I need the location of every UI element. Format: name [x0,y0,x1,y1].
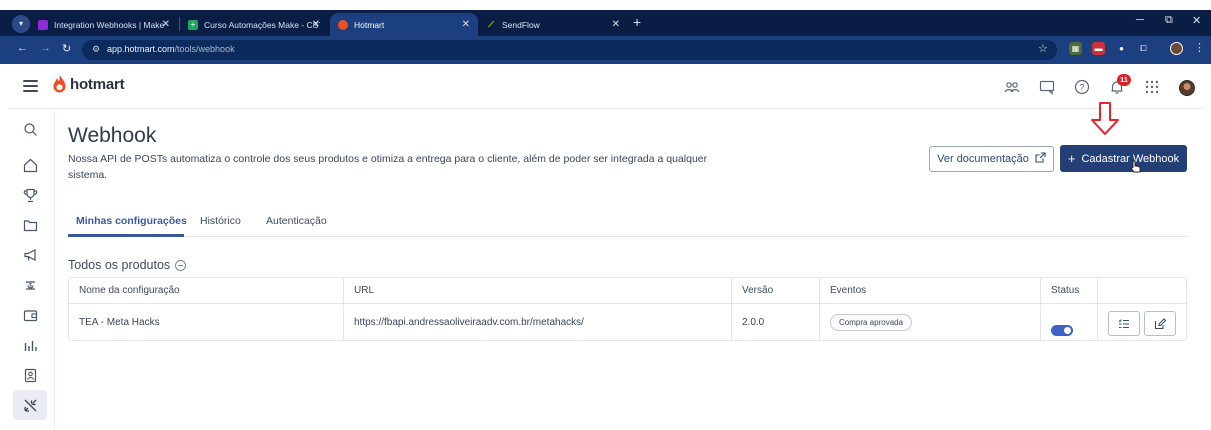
extension-icon[interactable]: ▦ [1069,42,1082,55]
chat-icon[interactable] [1039,79,1055,95]
browser-profile-avatar[interactable] [1170,42,1183,55]
make-favicon-icon [38,19,48,30]
sendflow-favicon-icon: ⟋ [488,19,494,29]
tab-search-icon[interactable]: ▾ [12,15,30,33]
config-name: TEA - Meta Hacks [69,305,344,341]
screen-top-strip [0,0,1211,10]
chart-icon[interactable] [13,330,47,360]
svg-text:$: $ [28,283,32,290]
table-header: Nome da configuração URL Versão Eventos … [69,278,1186,304]
money-icon[interactable]: $ [13,270,47,300]
close-tab-icon[interactable]: ✕ [612,19,620,30]
table-row: TEA - Meta Hacks https://fbapi.andressao… [69,305,1186,341]
forward-icon[interactable]: → [40,42,51,54]
wallet-icon[interactable] [13,300,47,330]
page-description: Nossa API de POSTs automatiza o controle… [68,153,708,181]
webhook-url: https://fbapi.andressaoliveiraadv.com.br… [344,305,732,341]
browser-tab-curso-automacoes[interactable]: + Curso Automações Make - CST ✕ [180,13,328,36]
reload-icon[interactable]: ↻ [62,42,71,55]
restore-icon[interactable]: ⧉ [1165,14,1173,27]
edit-button[interactable] [1144,311,1176,336]
column-header [1098,278,1186,304]
site-info-icon[interactable]: ⚙ [92,44,102,54]
event-chip: Compra aprovada [830,313,913,331]
megaphone-icon[interactable] [13,240,47,270]
browser-menu-icon[interactable]: ⋮ [1194,41,1205,54]
tab-minhas-configuracoes[interactable]: Minhas configurações [76,215,187,227]
browser-tab-make-webhooks[interactable]: Integration Webhooks | Make ✕ [30,13,178,36]
column-header: Status [1041,278,1098,304]
content-tabs: Minhas configurações Histórico Autentica… [68,205,1187,237]
extension-icon[interactable]: ▬ [1092,42,1105,55]
trophy-icon[interactable] [13,180,47,210]
actions-cell [1098,305,1186,341]
user-avatar[interactable] [1179,80,1195,96]
folder-icon[interactable] [13,210,47,240]
flame-icon [53,75,66,93]
hotmart-logo[interactable]: hotmart [53,75,125,94]
close-window-icon[interactable]: ✕ [1192,14,1201,27]
active-tab-indicator [68,234,184,237]
column-header: URL [344,278,732,304]
sheets-favicon-icon: + [188,19,198,30]
person-badge-icon[interactable] [13,360,47,390]
plus-icon: + [1067,151,1076,166]
list-settings-button[interactable] [1108,311,1140,336]
status-toggle[interactable] [1051,325,1073,336]
external-link-icon [1035,152,1046,166]
help-icon[interactable]: ? [1074,79,1090,95]
apps-grid-icon[interactable] [1144,79,1160,95]
home-icon[interactable] [13,150,47,180]
webhooks-table: Nome da configuração URL Versão Eventos … [68,277,1187,341]
close-tab-icon[interactable]: ✕ [162,19,170,30]
column-header: Versão [732,278,820,304]
view-documentation-button[interactable]: Ver documentação [929,146,1054,172]
minimize-icon[interactable]: ─ [1136,14,1144,26]
notification-badge: 11 [1117,74,1131,86]
address-url[interactable]: app.hotmart.com/tools/webhook [107,44,235,54]
red-arrow-annotation-icon [1091,102,1119,135]
column-header: Nome da configuração [69,278,344,304]
tools-icon[interactable] [13,390,47,420]
add-webhook-button[interactable]: + Cadastrar Webhook [1060,145,1187,172]
tab-historico[interactable]: Histórico [200,215,241,227]
status-cell [1041,305,1098,341]
svg-text:?: ? [1079,83,1084,93]
extension-icon[interactable]: ● [1115,42,1128,55]
app-header [8,64,1203,109]
close-tab-icon[interactable]: ✕ [462,19,470,30]
extensions-puzzle-icon[interactable]: ⧠ [1137,42,1150,55]
page-title: Webhook [68,124,157,147]
list-check-icon [1118,318,1129,328]
screen: ▾ Integration Webhooks | Make ✕ + Curso … [0,0,1211,430]
browser-tab-hotmart[interactable]: Hotmart ✕ [330,13,478,36]
back-icon[interactable]: ← [17,42,28,54]
bookmark-star-icon[interactable]: ☆ [1038,42,1048,55]
edit-icon [1155,317,1166,329]
column-header: Eventos [820,278,1041,304]
browser-tab-sendflow[interactable]: ⟋ SendFlow ✕ [478,13,628,36]
collapse-icon[interactable] [175,259,187,271]
tab-autenticacao[interactable]: Autenticação [266,215,327,227]
version: 2.0.0 [732,305,820,341]
search-icon[interactable] [13,114,47,144]
section-title: Todos os produtos [68,258,187,272]
menu-icon[interactable] [23,80,38,92]
close-tab-icon[interactable]: ✕ [312,19,320,30]
users-icon[interactable] [1004,79,1020,95]
mouse-pointer-icon [1130,160,1141,173]
hotmart-favicon-icon [338,19,348,30]
events-cell: Compra aprovada [820,305,1041,341]
new-tab-button[interactable]: + [633,14,641,30]
